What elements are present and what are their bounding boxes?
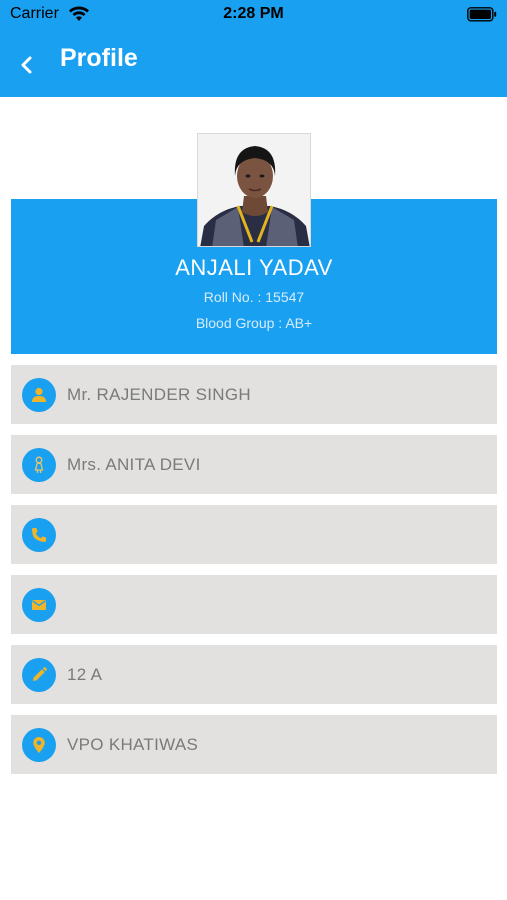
pencil-icon: [22, 657, 56, 692]
mother-name: Mrs. ANITA DEVI: [67, 454, 201, 474]
father-name-row: Mr. RAJENDER SINGH: [11, 365, 497, 424]
info-list: Mr. RAJENDER SINGH Mrs. ANITA DEVI 12 A …: [11, 365, 497, 785]
phone-icon[interactable]: [22, 517, 56, 552]
woman-icon: [22, 447, 56, 482]
status-bar: Carrier 2:28 PM: [0, 0, 507, 30]
blood-group: Blood Group : AB+: [195, 315, 313, 331]
roll-number: Roll No. : 15547: [203, 289, 305, 305]
class-row: 12 A: [11, 645, 497, 704]
profile-photo: [197, 133, 311, 247]
email-row: [11, 575, 497, 634]
mother-name-row: Mrs. ANITA DEVI: [11, 435, 497, 494]
address: VPO KHATIWAS: [67, 734, 199, 754]
email-icon[interactable]: [22, 587, 56, 622]
location-icon: [22, 727, 56, 762]
chevron-left-icon[interactable]: [12, 50, 42, 80]
battery-icon: [467, 7, 497, 22]
student-name: ANJALI YADAV: [175, 255, 333, 280]
status-time: 2:28 PM: [223, 5, 284, 22]
student-photo-image: [198, 134, 310, 246]
class-section: 12 A: [67, 664, 103, 684]
page-title: Profile: [60, 44, 138, 72]
app-bar: Profile: [0, 30, 507, 97]
address-row: VPO KHATIWAS: [11, 715, 497, 774]
father-name: Mr. RAJENDER SINGH: [67, 384, 251, 404]
person-icon: [22, 377, 56, 412]
phone-row: [11, 505, 497, 564]
